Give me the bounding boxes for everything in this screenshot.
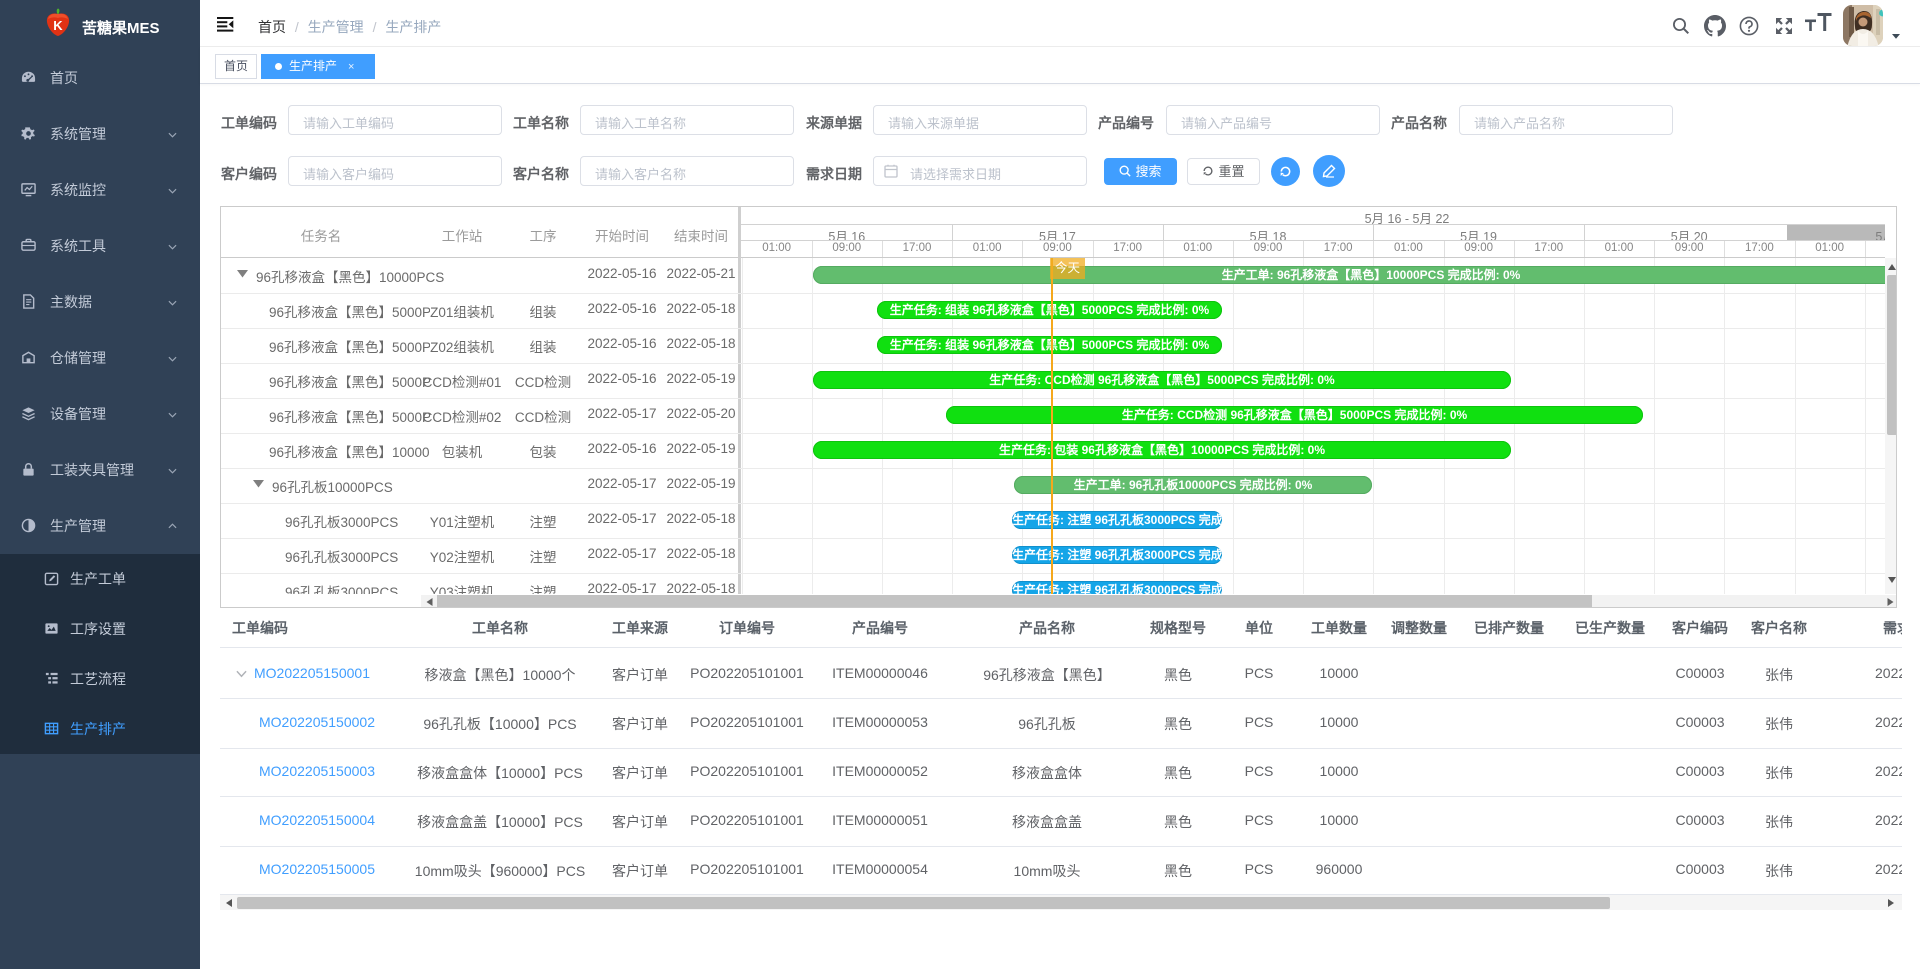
svg-text:K: K <box>53 18 63 33</box>
